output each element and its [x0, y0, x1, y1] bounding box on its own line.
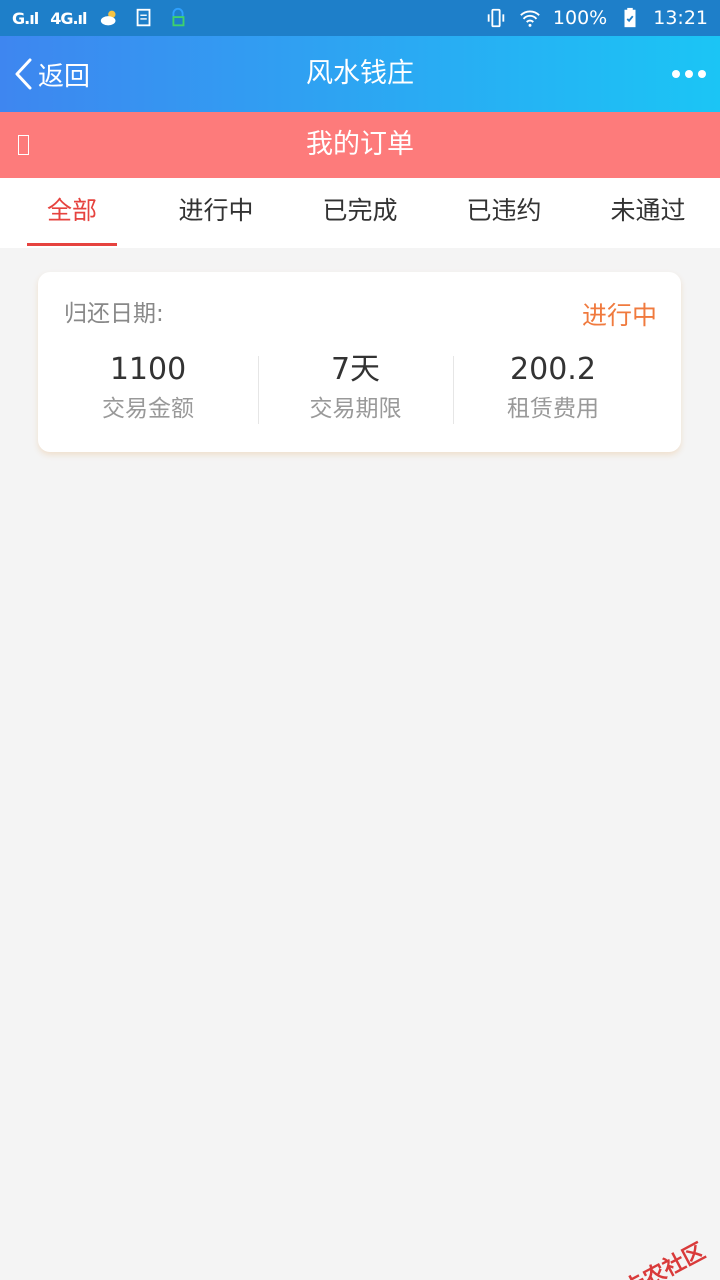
lock-icon — [172, 7, 184, 27]
stat-term-value: 7天 — [330, 352, 381, 387]
status-left: G.ıl 4G.ıl — [12, 7, 189, 29]
page-title: 风水钱庄 — [306, 58, 414, 89]
battery-icon — [624, 7, 636, 28]
tab-rejected[interactable]: 未通过 — [576, 178, 720, 248]
vibrate-icon — [487, 8, 505, 28]
document-icon — [136, 8, 150, 27]
order-status-badge: 进行中 — [581, 301, 657, 330]
wifi-icon — [520, 10, 540, 27]
stat-fee-value: 200.2 — [510, 352, 596, 387]
tab-all[interactable]: 全部 — [0, 178, 144, 248]
more-dot-icon — [685, 70, 693, 78]
order-tabs: 全部 进行中 已完成 已违约 未通过 — [0, 178, 720, 248]
nav-bar: 返回 风水钱庄 — [0, 36, 720, 112]
status-bar: G.ıl 4G.ıl 100% 13:21 — [0, 0, 720, 36]
stat-amount: 1100 交易金额 — [38, 350, 258, 426]
more-options-button[interactable] — [672, 36, 706, 112]
sub-header: 我的订单 — [0, 112, 720, 178]
signal-1-text: G.ıl — [12, 8, 39, 28]
stat-amount-value: 1100 — [109, 352, 187, 387]
weather-icon — [100, 10, 115, 26]
clock-time: 13:21 — [653, 7, 708, 29]
watermark: 卡农社区 — [591, 1234, 710, 1280]
more-dot-icon — [698, 70, 706, 78]
signal-2-text: 4G.ıl — [50, 8, 87, 28]
tab-defaulted[interactable]: 已违约 — [432, 178, 576, 248]
order-card[interactable]: 归还日期: 进行中 1100 交易金额 7天 交易期限 200.2 租赁费用 — [38, 272, 681, 452]
return-date-label: 归还日期: — [64, 301, 164, 327]
tab-completed[interactable]: 已完成 — [288, 178, 432, 248]
battery-percent: 100% — [552, 7, 608, 29]
stat-term-label: 交易期限 — [309, 396, 402, 422]
stat-amount-label: 交易金额 — [102, 396, 194, 422]
more-dot-icon — [672, 70, 680, 78]
stat-fee-label: 租赁费用 — [507, 396, 599, 422]
status-right: 100% 13:21 — [485, 7, 708, 29]
stat-term: 7天 交易期限 — [258, 350, 453, 426]
order-stats: 1100 交易金额 7天 交易期限 200.2 租赁费用 — [38, 350, 681, 426]
tab-in-progress[interactable]: 进行中 — [144, 178, 288, 248]
watermark-text: 卡农社区 — [620, 1239, 710, 1280]
stat-fee: 200.2 租赁费用 — [453, 350, 653, 426]
sub-header-title: 我的订单 — [306, 129, 414, 160]
